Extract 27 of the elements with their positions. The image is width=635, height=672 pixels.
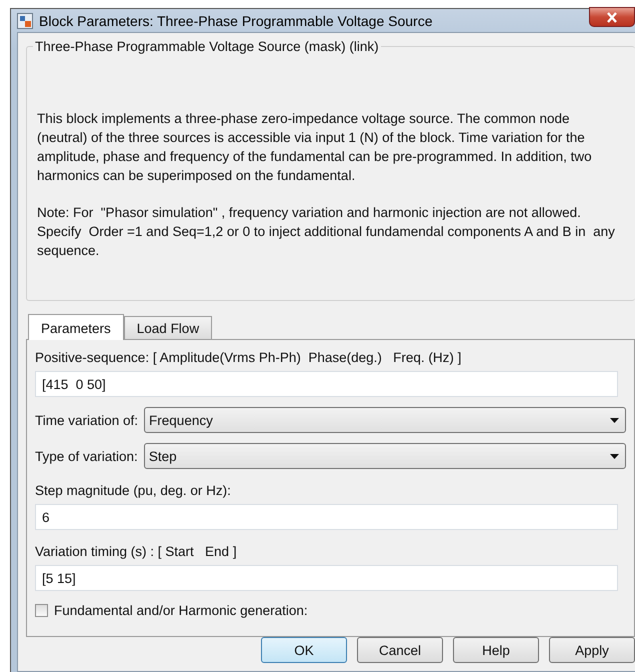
caret-icon bbox=[610, 418, 619, 422]
field-label: Variation timing (s) : [ Start End ] bbox=[35, 544, 238, 559]
dialog-button[interactable]: Apply bbox=[549, 637, 635, 663]
caret-icon bbox=[610, 454, 619, 458]
input-field[interactable]: 6 bbox=[35, 504, 618, 530]
field-label: Type of variation: bbox=[35, 448, 138, 464]
dialog-button[interactable]: Help bbox=[453, 637, 539, 663]
description-text: This block implements a three-phase zero-impedance voltage source. The common node (neutral) of the three sources is accessible via input 1 (N) of the block. Time variation for the amplitude, phase and frequency of the fundamental can be pre-programmed. In addition, two harmonics can be superimposed on the fundamental. bbox=[37, 110, 593, 185]
dropdown[interactable]: Step bbox=[144, 443, 626, 469]
dialog-button[interactable]: Cancel bbox=[357, 637, 443, 663]
dropdown[interactable]: Frequency bbox=[144, 407, 626, 433]
tab[interactable]: Parameters bbox=[28, 314, 124, 340]
dialog-button[interactable]: OK bbox=[261, 637, 347, 663]
block-icon bbox=[17, 12, 33, 28]
group-title: Three-Phase Programmable Voltage Source (mask) (link) bbox=[34, 39, 380, 54]
checkbox-label: Fundamental and/or Harmonic generation: bbox=[54, 603, 308, 618]
field-label: Time variation of: bbox=[35, 412, 138, 428]
description-text: Note: For "Phasor simulation" , frequency variation and harmonic injection are not allowed. Specify Order =1 and Seq=1,2 or 0 to inject additional fundamendal components A and B in any sequence. bbox=[37, 204, 616, 260]
window-title: Block Parameters: Three-Phase Programmable Voltage Source bbox=[39, 12, 432, 28]
checkbox[interactable] bbox=[35, 604, 48, 617]
close-icon bbox=[606, 12, 618, 22]
tab[interactable]: Load Flow bbox=[124, 316, 212, 339]
input-field[interactable]: [5 15] bbox=[35, 565, 618, 591]
close-button[interactable] bbox=[589, 7, 635, 27]
field-label: Positive-sequence: [ Amplitude(Vrms Ph-Ph) Phase(deg.) Freq. (Hz) ] bbox=[35, 350, 462, 365]
field-label: Step magnitude (pu, deg. or Hz): bbox=[35, 483, 232, 498]
input-field[interactable]: [415 0 50] bbox=[35, 371, 618, 397]
